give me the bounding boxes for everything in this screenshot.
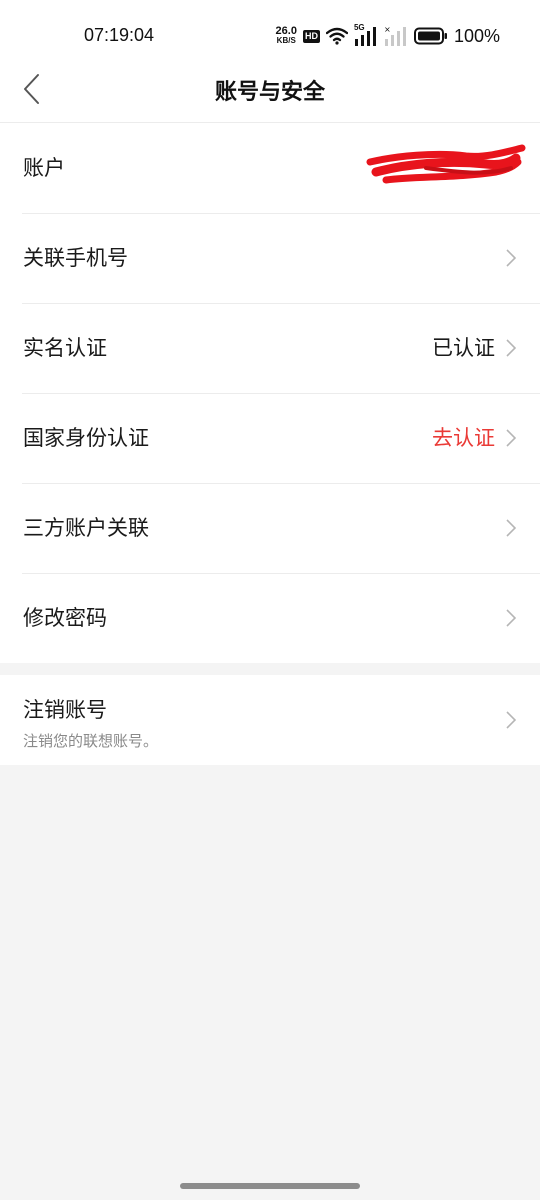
chevron-right-icon [506, 429, 516, 447]
svg-text:×: × [384, 25, 391, 34]
chevron-right-icon [506, 339, 516, 357]
page-title: 账号与安全 [214, 80, 325, 105]
change-password-row[interactable]: 修改密码 [0, 573, 540, 663]
cancel-account-group: 注销账号 注销您的联想账号。 [0, 675, 540, 765]
national-id-verify-label: 国家身份认证 [23, 426, 149, 450]
linked-phone-row[interactable]: 关联手机号 [0, 213, 540, 303]
national-id-verify-action: 去认证 [432, 426, 495, 450]
account-label: 账户 [23, 156, 65, 180]
realname-verify-label: 实名认证 [23, 336, 107, 360]
network-speed-value: 26.0 [275, 25, 297, 37]
battery-icon [413, 27, 447, 45]
cellular-signal-2-icon: × [384, 25, 406, 46]
national-id-verify-row[interactable]: 国家身份认证 去认证 [0, 393, 540, 483]
nav-header: 账号与安全 [0, 72, 540, 123]
network-speed-unit: KB/S [276, 36, 296, 45]
wifi-icon [325, 27, 348, 45]
cancel-account-title: 注销账号 [23, 698, 107, 722]
battery-percent: 100% [453, 25, 500, 46]
redacted-account-value [366, 144, 526, 184]
status-icons: 26.0 KB/S HD 5G × 100% [275, 23, 500, 48]
linked-phone-label: 关联手机号 [23, 246, 128, 270]
cellular-signal-1: 5G [354, 23, 378, 47]
hd-icon: HD [302, 29, 320, 43]
chevron-right-icon [506, 711, 516, 729]
cancel-account-row[interactable]: 注销账号 注销您的联想账号。 [0, 675, 540, 765]
cancel-account-subtitle: 注销您的联想账号。 [23, 732, 159, 750]
realname-verify-row[interactable]: 实名认证 已认证 [0, 303, 540, 393]
signal-bars-icon [354, 27, 376, 46]
chevron-right-icon [506, 519, 516, 537]
third-party-accounts-label: 三方账户关联 [23, 516, 149, 540]
status-time: 07:19:04 [84, 25, 155, 45]
chevron-right-icon [506, 609, 516, 627]
change-password-label: 修改密码 [23, 606, 107, 630]
settings-list: 账户 关联手机号 实名认证 已认证 国家身份认证 去认证 三方账户关联 修改密码 [0, 123, 540, 663]
network-speed: 26.0 KB/S [275, 25, 297, 46]
home-indicator[interactable] [180, 1183, 360, 1189]
status-bar: 07:19:04 26.0 KB/S HD 5G × 100% [0, 0, 540, 72]
third-party-accounts-row[interactable]: 三方账户关联 [0, 483, 540, 573]
realname-verify-status: 已认证 [432, 336, 495, 360]
chevron-right-icon [506, 249, 516, 267]
